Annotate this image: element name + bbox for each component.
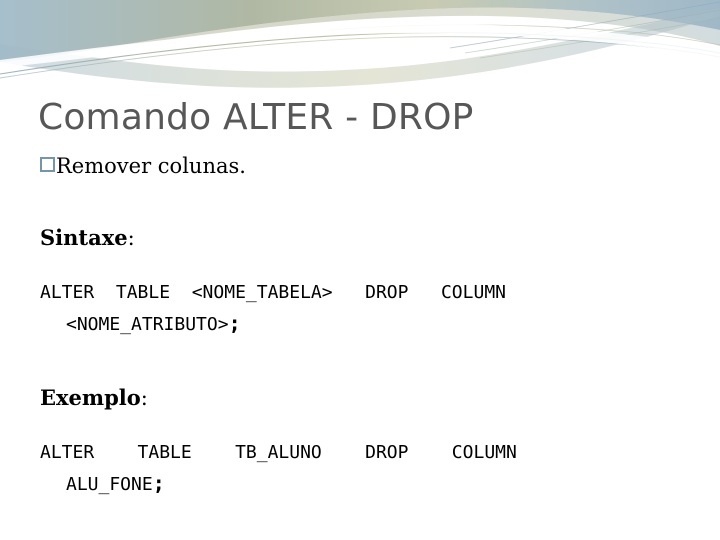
slide-title: Comando ALTER - DROP [38, 97, 474, 138]
section-label-colon: : [140, 386, 148, 410]
section-label-text: Exemplo [40, 385, 141, 410]
bullet-item-label: Remover colunas. [56, 154, 246, 178]
section-label-colon: : [127, 226, 135, 250]
slide-canvas: Comando ALTER - DROP Remover colunas. Si… [0, 0, 720, 540]
syntax-code-line-1: ALTER TABLE <NOME_TABELA> DROP COLUMN [40, 282, 506, 303]
section-label-sintaxe: Sintaxe: [40, 224, 688, 252]
example-terminator: ; [152, 471, 165, 495]
hollow-square-bullet-icon [40, 157, 55, 172]
example-code-line-2: ALU_FONE [66, 474, 153, 495]
section-label-text: Sintaxe [40, 225, 128, 250]
syntax-code-line-2: <NOME_ATRIBUTO> [66, 314, 229, 335]
syntax-code-line-2-wrapper: <NOME_ATRIBUTO>; [40, 308, 688, 340]
slide-body: Remover colunas. Sintaxe: ALTER TABLE <N… [40, 152, 688, 500]
example-code-line-1: ALTER TABLE TB_ALUNO DROP COLUMN [40, 442, 517, 463]
example-code-line-2-wrapper: ALU_FONE; [40, 468, 688, 500]
bullet-item: Remover colunas. [40, 152, 688, 180]
syntax-code-block: ALTER TABLE <NOME_TABELA> DROP COLUMN <NO… [40, 278, 688, 340]
example-code-block: ALTER TABLE TB_ALUNO DROP COLUMN ALU_FONE… [40, 438, 688, 500]
section-label-exemplo: Exemplo: [40, 384, 688, 412]
header-decoration-graphic [0, 0, 720, 96]
syntax-terminator: ; [228, 311, 241, 335]
